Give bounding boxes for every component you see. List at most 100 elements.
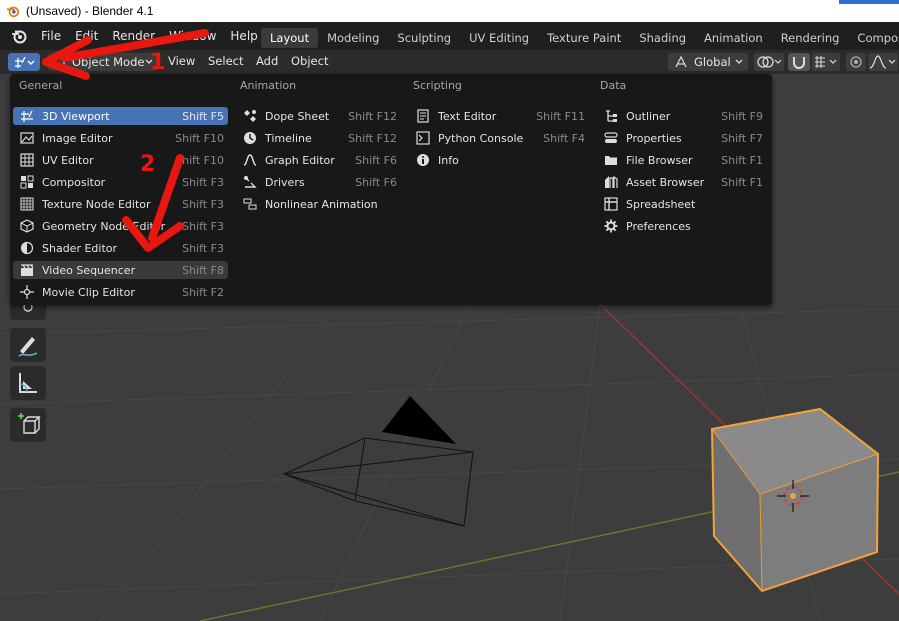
object-mode-dropdown[interactable]: Object Mode: [48, 53, 158, 71]
menu-item-label: Preferences: [626, 219, 691, 233]
menu-item-graph-editor[interactable]: Graph Editor Shift F6: [236, 151, 401, 169]
tab-sculpting[interactable]: Sculpting: [388, 28, 460, 48]
tab-texture-paint[interactable]: Texture Paint: [538, 28, 630, 48]
menu-item-geometry-node-editor[interactable]: Geometry Node Editor Shift F3: [13, 217, 228, 235]
orientation-label: Global: [694, 55, 731, 69]
menu-item-label: Outliner: [626, 109, 671, 123]
column-header-general: General: [19, 79, 63, 92]
menu-item-uv-editor[interactable]: UV Editor Shift F10: [13, 151, 228, 169]
title-bar: (Unsaved) - Blender 4.1: [0, 0, 899, 22]
menu-item-movie-clip-editor[interactable]: Movie Clip Editor Shift F2: [13, 283, 228, 301]
uv-editor-icon: [19, 152, 35, 168]
menu-item-label: Movie Clip Editor: [42, 285, 135, 299]
tool-add-cube[interactable]: [10, 408, 46, 442]
orientation-icon: [675, 55, 687, 68]
transform-tool-icon: [23, 303, 33, 312]
tab-layout[interactable]: Layout: [261, 28, 319, 48]
snap-target-dropdown[interactable]: [812, 53, 840, 71]
tab-modeling[interactable]: Modeling: [318, 28, 388, 48]
annotation-step-2: 2: [140, 152, 156, 177]
menu-item-timeline[interactable]: Timeline Shift F12: [236, 129, 401, 147]
menu-item-shader-editor[interactable]: Shader Editor Shift F3: [13, 239, 228, 257]
video-sequencer-icon: [19, 262, 35, 278]
image-editor-icon: [19, 130, 35, 146]
pivot-dropdown[interactable]: [754, 53, 784, 71]
measure-ruler-icon: [19, 373, 37, 393]
pivot-icon: [757, 56, 782, 68]
menu-item-spreadsheet[interactable]: Spreadsheet: [597, 195, 767, 213]
menu-edit[interactable]: Edit: [68, 29, 105, 43]
menu-item-shortcut: Shift F1: [721, 175, 763, 189]
proportional-edit-icon: [850, 56, 862, 68]
menu-item-3d-viewport[interactable]: 3D Viewport Shift F5: [13, 107, 228, 125]
menu-item-info[interactable]: Info: [409, 151, 589, 169]
menu-item-drivers[interactable]: Drivers Shift F6: [236, 173, 401, 191]
menu-help[interactable]: Help: [223, 29, 264, 43]
header-menu-select[interactable]: Select: [208, 54, 243, 68]
add-cube-icon: [18, 413, 41, 434]
chevron-down-icon: [735, 59, 743, 64]
top-menu-bar: File Edit Render Window Help Layout Mode…: [0, 22, 899, 50]
header-menu-object[interactable]: Object: [291, 54, 328, 68]
editor-type-button[interactable]: [8, 53, 40, 71]
menu-item-image-editor[interactable]: Image Editor Shift F10: [13, 129, 228, 147]
object-mode-label: Object Mode: [72, 55, 145, 69]
header-menu-add[interactable]: Add: [256, 54, 278, 68]
blender-menu-icon[interactable]: [10, 27, 28, 45]
menu-item-dope-sheet[interactable]: Dope Sheet Shift F12: [236, 107, 401, 125]
magnet-icon: [793, 57, 805, 69]
transform-orientation-dropdown[interactable]: Global: [668, 53, 748, 71]
editor-type-menu: General 3D Viewport Shift F5 Image Edito…: [10, 74, 772, 305]
menu-render[interactable]: Render: [105, 29, 162, 43]
tool-annotate[interactable]: [10, 328, 46, 362]
menu-item-compositor[interactable]: Compositor Shift F3: [13, 173, 228, 191]
menu-item-shortcut: Shift F4: [543, 131, 585, 145]
proportional-edit-toggle[interactable]: [846, 53, 866, 71]
menu-item-label: Image Editor: [42, 131, 113, 145]
menu-item-shortcut: Shift F3: [182, 219, 224, 233]
menu-item-shortcut: Shift F9: [721, 109, 763, 123]
menu-item-label: UV Editor: [42, 153, 94, 167]
menu-file[interactable]: File: [34, 29, 68, 43]
menu-item-label: Dope Sheet: [265, 109, 330, 123]
menu-item-label: Video Sequencer: [42, 263, 136, 277]
menu-item-preferences[interactable]: Preferences: [597, 217, 767, 235]
falloff-dropdown[interactable]: [868, 53, 898, 71]
tab-shading[interactable]: Shading: [630, 28, 695, 48]
menu-item-shortcut: Shift F11: [536, 109, 585, 123]
menu-item-label: Properties: [626, 131, 682, 145]
menu-item-texture-node-editor[interactable]: Texture Node Editor Shift F3: [13, 195, 228, 213]
properties-icon: [603, 130, 619, 146]
menu-item-shortcut: Shift F2: [182, 285, 224, 299]
menu-item-label: Timeline: [265, 131, 312, 145]
snap-toggle[interactable]: [788, 53, 810, 71]
menu-item-file-browser[interactable]: File Browser Shift F1: [597, 151, 767, 169]
menu-item-shortcut: Shift F3: [182, 197, 224, 211]
menu-item-shortcut: Shift F12: [348, 109, 397, 123]
menu-item-asset-browser[interactable]: Asset Browser Shift F1: [597, 173, 767, 191]
viewport-3d-icon: [15, 56, 35, 68]
menu-item-shortcut: Shift F6: [355, 153, 397, 167]
menu-item-video-sequencer[interactable]: Video Sequencer Shift F8: [13, 261, 228, 279]
viewport-3d-icon: [19, 108, 35, 124]
tab-rendering[interactable]: Rendering: [772, 28, 849, 48]
window-control-strip[interactable]: [839, 0, 899, 4]
menu-item-properties[interactable]: Properties Shift F7: [597, 129, 767, 147]
header-menu-view[interactable]: View: [168, 54, 195, 68]
tool-measure[interactable]: [10, 366, 46, 400]
tab-compositing[interactable]: Compositing: [848, 28, 899, 48]
tool-shelf: [10, 300, 46, 446]
workspace-tabs: Layout Modeling Sculpting UV Editing Tex…: [261, 28, 899, 48]
object-mode-icon: [54, 57, 65, 67]
menu-item-text-editor[interactable]: Text Editor Shift F11: [409, 107, 589, 125]
menu-item-shortcut: Shift F5: [182, 109, 224, 123]
menu-item-outliner[interactable]: Outliner Shift F9: [597, 107, 767, 125]
tab-uv-editing[interactable]: UV Editing: [460, 28, 538, 48]
menu-item-python-console[interactable]: Python Console Shift F4: [409, 129, 589, 147]
menu-item-label: Geometry Node Editor: [42, 219, 166, 233]
menu-item-nonlinear-animation[interactable]: Nonlinear Animation: [236, 195, 401, 213]
info-icon: [415, 152, 431, 168]
menu-item-label: File Browser: [626, 153, 693, 167]
menu-window[interactable]: Window: [162, 29, 223, 43]
tab-animation[interactable]: Animation: [695, 28, 772, 48]
